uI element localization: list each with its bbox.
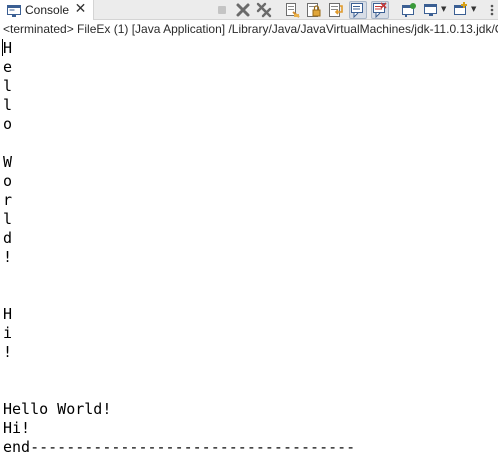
console-line: l bbox=[3, 96, 13, 114]
console-line: i bbox=[3, 324, 13, 342]
console-line: e bbox=[3, 58, 13, 76]
console-line: l bbox=[3, 77, 13, 95]
console-output-area[interactable]: He l l o Wo r l d! Hi! Hello World! Hi! end--------… bbox=[3, 39, 497, 467]
launch-status-text: <terminated> FileEx (1) [Java Applicatio… bbox=[3, 22, 498, 36]
close-icon[interactable]: ✕ bbox=[74, 2, 87, 16]
scroll-lock-icon[interactable] bbox=[306, 2, 322, 18]
show-on-stdout-icon[interactable] bbox=[349, 1, 367, 19]
console-line: end------------------------------------ bbox=[3, 438, 356, 456]
pin-console-icon[interactable] bbox=[401, 2, 417, 18]
view-menu-icon[interactable] bbox=[484, 2, 496, 18]
console-line: r bbox=[3, 191, 13, 209]
open-console-icon[interactable] bbox=[453, 2, 469, 18]
text-caret bbox=[2, 39, 3, 56]
console-line: l bbox=[3, 210, 13, 228]
display-selected-console-icon[interactable] bbox=[423, 2, 439, 18]
console-line: Hi! bbox=[3, 419, 31, 437]
console-tab-label: Console bbox=[25, 3, 70, 17]
console-icon bbox=[7, 4, 21, 17]
console-line: d bbox=[3, 229, 13, 247]
chevron-down-icon[interactable]: ▼ bbox=[471, 6, 477, 13]
console-line: Hello World! bbox=[3, 400, 112, 418]
console-line: H bbox=[3, 39, 13, 57]
terminate-icon[interactable] bbox=[214, 2, 230, 18]
show-on-stderr-icon[interactable] bbox=[371, 1, 389, 19]
console-tab[interactable]: Console ✕ bbox=[0, 0, 94, 20]
console-line: ! bbox=[3, 248, 13, 266]
console-line: H bbox=[3, 305, 13, 323]
console-line: ! bbox=[3, 343, 13, 361]
chevron-down-icon[interactable]: ▼ bbox=[441, 6, 447, 13]
console-view-toolbar: Console ✕ ▼ ▼ bbox=[0, 0, 498, 20]
clear-console-icon[interactable] bbox=[284, 2, 300, 18]
console-line: W bbox=[3, 153, 13, 171]
console-line: o bbox=[3, 172, 13, 190]
remove-all-terminated-icon[interactable] bbox=[256, 2, 272, 18]
remove-launch-icon[interactable] bbox=[235, 2, 251, 18]
console-line: o bbox=[3, 115, 13, 133]
word-wrap-icon[interactable] bbox=[328, 2, 344, 18]
